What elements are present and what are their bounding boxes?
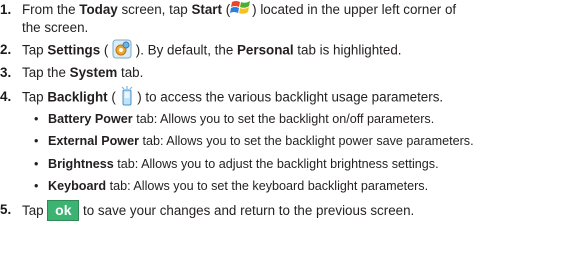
step-number: 5. xyxy=(0,202,12,217)
bold-term: Keyboard xyxy=(48,179,107,193)
text-run: ) located in the upper left corner of xyxy=(252,2,457,17)
step-text-line2: the screen. xyxy=(22,20,89,35)
step-number: 1. xyxy=(0,2,12,17)
bold-term: External Power xyxy=(48,134,139,148)
text-run: tab is highlighted. xyxy=(293,42,402,58)
text-run: Tap the xyxy=(22,65,70,80)
step-number: 4. xyxy=(0,89,12,104)
step-text: Tap Settings ( ). By default, the Person… xyxy=(22,39,580,61)
step-number: 3. xyxy=(0,65,12,80)
backlight-phone-icon xyxy=(120,86,134,106)
text-run: ) to access the various backlight usage … xyxy=(133,89,444,105)
step-text: Tap Backlight ( ) to access the various … xyxy=(22,86,580,108)
text-run: ( xyxy=(100,42,113,58)
bold-term: Battery Power xyxy=(48,112,133,126)
text-run: tab: Allows you to set the backlight pow… xyxy=(139,134,474,148)
step-text: Tap ok to save your changes and return t… xyxy=(22,200,580,222)
bullet-dot: • xyxy=(34,157,39,171)
bold-term: Personal xyxy=(237,42,294,58)
text-run: screen, tap xyxy=(117,2,192,17)
text-run: Tap xyxy=(22,42,48,58)
text-run: tab: Allows you to set the backlight on/… xyxy=(132,112,435,126)
text-run: tab: Allows you to adjust the backlight … xyxy=(113,157,439,171)
windows-start-flag-icon xyxy=(230,0,252,17)
bold-term: System xyxy=(69,65,118,80)
bold-term: Brightness xyxy=(48,157,114,171)
bold-term: Start xyxy=(191,2,222,17)
step-number: 2. xyxy=(0,42,12,57)
text-run: Tap xyxy=(22,203,48,219)
bold-term: Settings xyxy=(47,42,101,58)
step-text: From the Today screen, tap Start ( ) loca… xyxy=(22,1,580,19)
text-run: ( xyxy=(107,89,120,105)
bold-term: Backlight xyxy=(47,89,108,105)
bullet-dot: • xyxy=(34,179,39,193)
text-run: ( xyxy=(221,2,231,17)
bold-term: Today xyxy=(79,2,118,17)
text-run: ). By default, the xyxy=(132,42,237,58)
text-run: From the xyxy=(22,2,80,17)
ok-button-icon: ok xyxy=(47,200,80,221)
text-run: tab: Allows you to set the keyboard back… xyxy=(106,179,429,193)
text-run: tab. xyxy=(117,65,144,80)
text-run: to save your changes and return to the p… xyxy=(79,203,415,219)
bullet-dot: • xyxy=(34,134,39,148)
settings-gear-icon xyxy=(112,39,132,59)
text-run: Tap xyxy=(22,89,48,105)
step-text: Tap the System tab. xyxy=(22,64,580,81)
bullet-dot: • xyxy=(34,112,39,126)
